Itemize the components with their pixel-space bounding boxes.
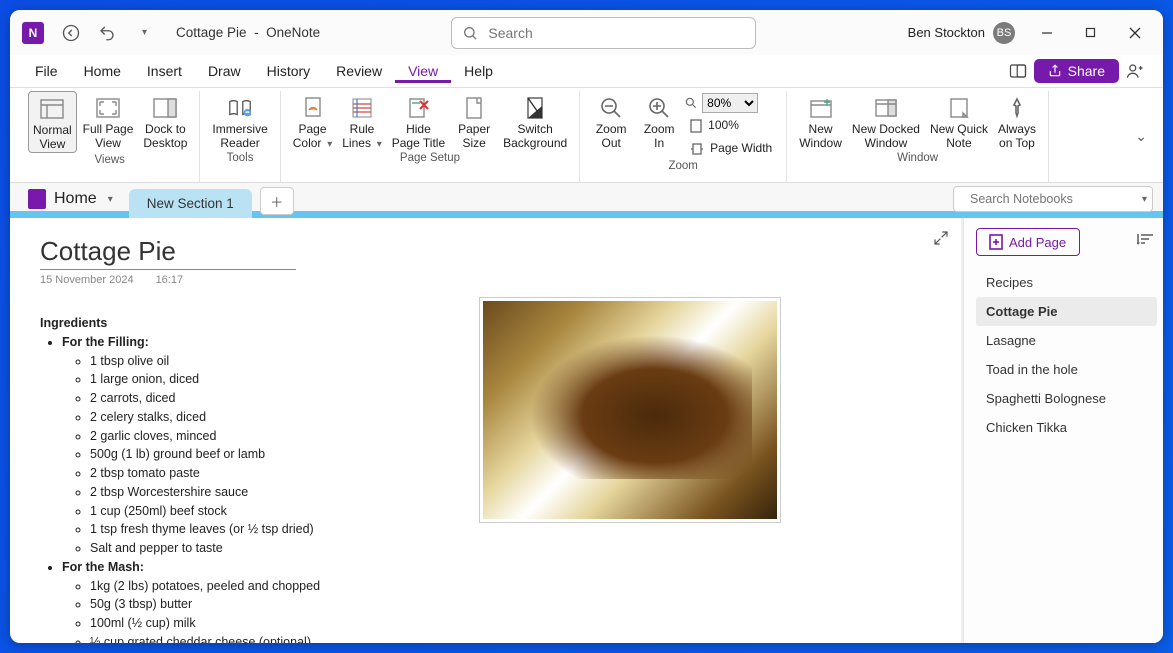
new-docked-window-button[interactable]: New DockedWindow [848,91,924,151]
add-section-button[interactable]: ＋ [260,187,294,215]
filling-heading: For the Filling: [62,335,149,349]
undo-button[interactable] [92,18,122,48]
add-page-button[interactable]: Add Page [976,228,1080,256]
search-input[interactable] [488,25,745,41]
page-list-panel: Add Page RecipesCottage PieLasagneToad i… [963,218,1163,643]
expand-button[interactable] [933,230,949,246]
paper-size-button[interactable]: PaperSize [451,91,497,151]
search-icon [462,25,478,41]
ribbon-group-zoom: ZoomOut ZoomIn 80% 100% [580,91,787,182]
avatar: BS [993,22,1015,44]
maximize-button[interactable] [1069,10,1113,55]
ribbon: NormalView Full PageView Dock toDesktop … [10,88,1163,183]
section-tab[interactable]: New Section 1 [129,189,252,218]
always-on-top-button[interactable]: Alwayson Top [994,91,1040,151]
menu-home[interactable]: Home [71,59,134,83]
notebook-icon [28,189,46,209]
zoom-icon [684,96,698,110]
app-icon: N [22,22,44,44]
window-title: Cottage Pie - OneNote [176,25,320,40]
share-icon [1048,64,1062,78]
notebook-search-input[interactable] [970,192,1131,206]
window-controls [1025,10,1157,55]
page-canvas[interactable]: Cottage Pie 15 November 2024 16:17 Ingre… [10,218,963,643]
ingredients-heading: Ingredients [40,316,107,330]
page-date: 15 November 2024 [40,274,134,286]
close-button[interactable] [1113,10,1157,55]
page-title[interactable]: Cottage Pie [40,236,296,270]
ingredient-item: Salt and pepper to taste [90,539,931,558]
ribbon-label-tools: Tools [227,152,254,164]
ribbon-label-zoom: Zoom [668,160,697,172]
recipe-image[interactable] [480,298,780,522]
page-list-item[interactable]: Spaghetti Bolognese [976,384,1157,413]
menu-view[interactable]: View [395,59,451,83]
normal-view-button[interactable]: NormalView [28,91,77,153]
ribbon-group-tools: ImmersiveReader Tools [200,91,280,182]
collab-button[interactable] [1119,57,1151,85]
ribbon-label-window: Window [897,152,938,164]
hide-page-title-button[interactable]: HidePage Title [388,91,449,151]
title-bar: N ▾ Cottage Pie - OneNote Ben Stockton B… [10,10,1163,55]
search-box[interactable] [451,17,756,49]
menu-file[interactable]: File [22,59,71,83]
ingredient-item: 1kg (2 lbs) potatoes, peeled and chopped [90,577,931,596]
full-page-view-button[interactable]: Full PageView [79,91,138,151]
page-time: 16:17 [156,274,184,286]
page-list-item[interactable]: Lasagne [976,326,1157,355]
menu-history[interactable]: History [254,59,324,83]
page-icon [690,119,702,133]
ingredient-item: ½ cup grated cheddar cheese (optional) [90,633,931,643]
add-page-icon [989,234,1003,250]
ingredient-item: 1 tsp fresh thyme leaves (or ½ tsp dried… [90,520,931,539]
page-list-item[interactable]: Toad in the hole [976,355,1157,384]
page-width-button[interactable]: Page Width [684,139,778,159]
page-color-button[interactable]: PageColor ▾ [289,91,337,151]
onenote-window: N ▾ Cottage Pie - OneNote Ben Stockton B… [10,10,1163,643]
menu-review[interactable]: Review [323,59,395,83]
page-list: RecipesCottage PieLasagneToad in the hol… [976,268,1157,442]
share-button[interactable]: Share [1034,59,1119,83]
menu-bar: FileHomeInsertDrawHistoryReviewViewHelp … [10,55,1163,88]
ribbon-label-views: Views [94,154,124,166]
page-list-item[interactable]: Chicken Tikka [976,413,1157,442]
ribbon-label-page-setup: Page Setup [400,152,460,164]
ribbon-collapse-button[interactable]: ⌄ [1129,122,1153,151]
switch-background-button[interactable]: SwitchBackground [499,91,571,151]
ingredient-item: 100ml (½ cup) milk [90,614,931,633]
page-meta: 15 November 2024 16:17 [40,274,931,286]
account-area[interactable]: Ben Stockton BS [908,22,1015,44]
qat-customize-button[interactable]: ▾ [128,18,158,48]
ribbon-group-page-setup: PageColor ▾ RuleLines ▾ HidePage Title P… [281,91,580,182]
minimize-button[interactable] [1025,10,1069,55]
notebook-bar: Home ▾ New Section 1 ＋ ▾ [10,183,1163,218]
mash-heading: For the Mash: [62,560,144,574]
notebook-search[interactable]: ▾ [953,186,1153,212]
menu-draw[interactable]: Draw [195,59,254,83]
zoom-out-button[interactable]: ZoomOut [588,91,634,151]
back-button[interactable] [56,18,86,48]
menu-help[interactable]: Help [451,59,506,83]
page-list-item[interactable]: Recipes [976,268,1157,297]
page-width-icon [690,143,704,155]
zoom-in-button[interactable]: ZoomIn [636,91,682,151]
notebook-picker[interactable]: Home ▾ [18,185,123,213]
menu-insert[interactable]: Insert [134,59,195,83]
body: Cottage Pie 15 November 2024 16:17 Ingre… [10,218,1163,643]
sort-pages-button[interactable] [1137,232,1153,246]
user-name: Ben Stockton [908,25,985,40]
ingredient-item: 50g (3 tbsp) butter [90,595,931,614]
rule-lines-button[interactable]: RuleLines ▾ [338,91,386,151]
new-quick-note-button[interactable]: New QuickNote [926,91,992,151]
new-window-button[interactable]: NewWindow [795,91,846,151]
ribbon-group-views: NormalView Full PageView Dock toDesktop … [20,91,200,182]
ribbon-group-window: NewWindow New DockedWindow New QuickNote… [787,91,1049,182]
page-list-item[interactable]: Cottage Pie [976,297,1157,326]
immersive-reader-button[interactable]: ImmersiveReader [208,91,271,151]
zoom-value-select[interactable]: 80% [684,93,778,113]
dock-to-desktop-button[interactable]: Dock toDesktop [139,91,191,151]
zoom-100-button[interactable]: 100% [684,116,778,136]
open-pane-button[interactable] [1002,57,1034,85]
